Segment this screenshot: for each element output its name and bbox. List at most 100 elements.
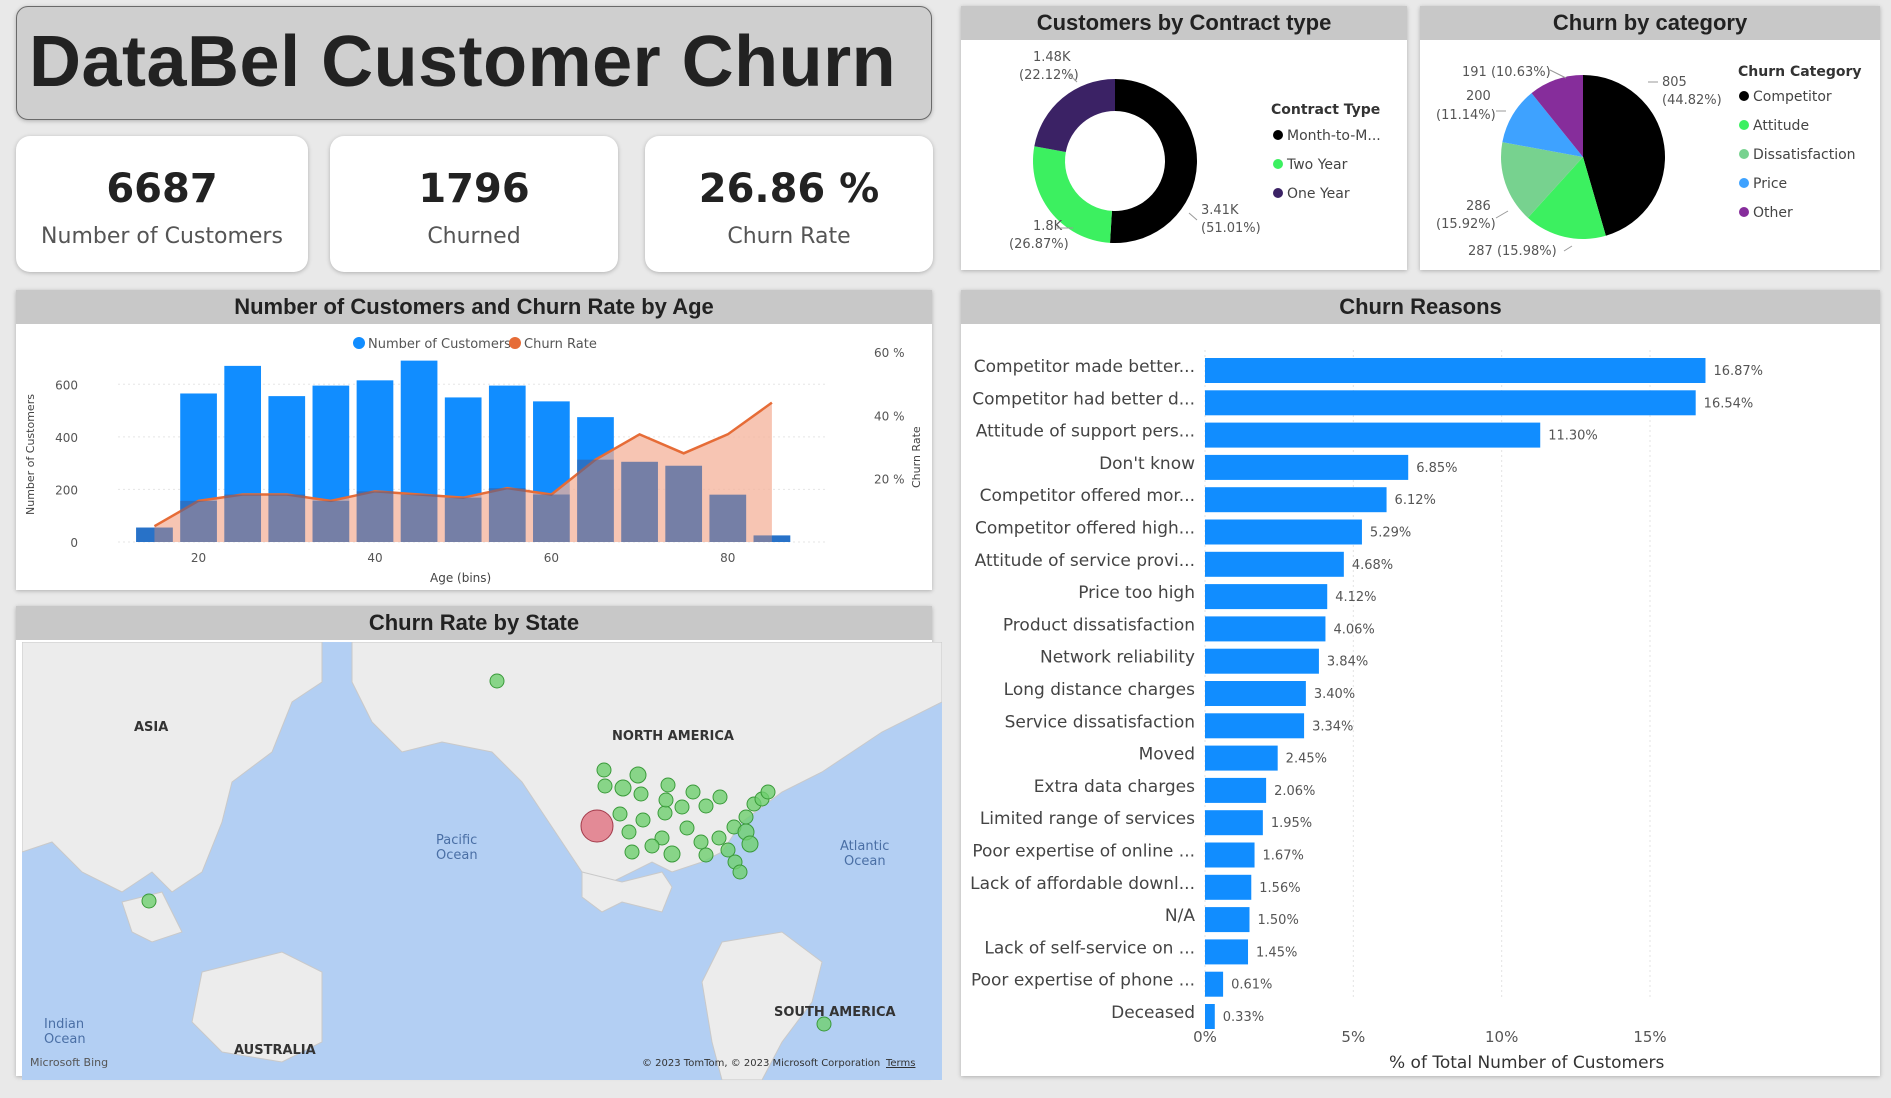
reason-label: Extra data charges: [1034, 777, 1195, 797]
reason-value-label: 3.40%: [1314, 687, 1355, 702]
age-right-tick: 60 %: [874, 346, 905, 360]
reason-label: Long distance charges: [1004, 680, 1195, 700]
reason-bar: [1205, 907, 1250, 933]
reason-value-label: 4.06%: [1333, 622, 1374, 637]
reason-value-label: 6.85%: [1416, 461, 1457, 476]
legend-dot-month: [1273, 130, 1283, 140]
pie-slices: [1501, 75, 1665, 239]
age-left-tick: 0: [70, 536, 78, 550]
reasons-x-tick: 5%: [1341, 1028, 1365, 1046]
reason-label: Don't know: [1099, 454, 1195, 474]
age-panel[interactable]: Number of Customers and Churn Rate by Ag…: [16, 290, 932, 590]
map-copyright: © 2023 TomTom, © 2023 Microsoft Corporat…: [642, 1058, 880, 1069]
reason-value-label: 11.30%: [1548, 429, 1598, 444]
legend-competitor: Competitor: [1753, 89, 1832, 105]
map-panel[interactable]: Churn Rate by State ASIA NORTH AMERICA A…: [16, 606, 942, 1080]
label-price-value: 200: [1466, 89, 1491, 104]
reasons-panel[interactable]: Churn Reasons Competitor made better... 1…: [961, 290, 1880, 1076]
reason-label: Moved: [1139, 745, 1195, 765]
label-asia: ASIA: [134, 720, 168, 735]
label-month-value: 3.41K: [1201, 203, 1239, 218]
reason-label: Competitor made better...: [974, 357, 1195, 377]
age-bar-overlap: [136, 527, 173, 542]
reason-bar: [1205, 939, 1249, 965]
reason-bar: [1205, 584, 1328, 610]
reason-bar: [1205, 519, 1362, 545]
reasons-xticks: 0% 5% 10% 15%: [1193, 1028, 1667, 1046]
label-one-year-percent: (22.12%): [1019, 68, 1079, 83]
reason-value-label: 1.95%: [1271, 816, 1312, 831]
label-south-america: SOUTH AMERICA: [774, 1005, 896, 1020]
legend-price: Price: [1753, 176, 1787, 192]
map-area[interactable]: ASIA NORTH AMERICA AUSTRALIA SOUTH AMERI…: [22, 642, 942, 1080]
label-indian-1: Indian: [44, 1017, 84, 1032]
category-pie-chart: 191 (10.63%) 805 (44.82%) 200 (11.14%) 2…: [1436, 64, 1862, 259]
reasons-bar-chart: Competitor made better... 16.87% Competito…: [970, 350, 1763, 1073]
reason-label: Limited range of services: [980, 809, 1195, 829]
age-xlabel: Age (bins): [430, 571, 491, 585]
legend-other: Other: [1753, 205, 1793, 221]
label-one-year-value: 1.48K: [1033, 50, 1071, 65]
map-panel-title: Churn Rate by State: [16, 606, 932, 640]
reason-value-label: 1.67%: [1263, 849, 1304, 864]
reason-label: Deceased: [1111, 1003, 1195, 1023]
legend-attitude: Attitude: [1753, 118, 1809, 134]
legend-number-of-customers: Number of Customers: [368, 337, 511, 352]
reason-bar: [1205, 390, 1696, 416]
label-attitude: 287 (15.98%): [1468, 244, 1557, 259]
age-bar-overlap: [224, 494, 262, 542]
reason-bar: [1205, 810, 1263, 836]
age-bar-overlap: [356, 491, 394, 542]
donut-slice-one-year: [1034, 79, 1115, 153]
label-atlantic-1: Atlantic: [840, 839, 889, 854]
kpi-label-churned: Churned: [427, 224, 521, 249]
reason-value-label: 5.29%: [1370, 526, 1411, 541]
age-ylabel-left: Number of Customers: [24, 394, 37, 515]
age-bar-overlap: [621, 461, 658, 542]
age-left-tick: 600: [55, 378, 78, 392]
reason-bar: [1205, 487, 1387, 513]
age-bar-overlap: [577, 459, 614, 542]
kpi-card-churned[interactable]: 1796 Churned: [330, 136, 618, 272]
reason-bar: [1205, 551, 1344, 577]
reason-value-label: 16.54%: [1704, 396, 1754, 411]
reason-label: Attitude of service provi...: [975, 551, 1195, 571]
label-month-percent: (51.01%): [1201, 221, 1261, 236]
label-north-america: NORTH AMERICA: [612, 729, 734, 744]
age-bar-overlap: [753, 535, 791, 542]
reason-bar: [1205, 454, 1409, 480]
kpi-value-customers: 6687: [106, 166, 218, 212]
kpi-card-customers[interactable]: 6687 Number of Customers: [16, 136, 308, 272]
reason-value-label: 1.50%: [1258, 913, 1299, 928]
reasons-xlabel: % of Total Number of Customers: [1389, 1053, 1665, 1073]
reason-label: Lack of affordable downl...: [970, 874, 1195, 894]
contract-legend-title: Contract Type: [1271, 102, 1380, 118]
reason-value-label: 4.68%: [1352, 558, 1393, 573]
reason-bar: [1205, 648, 1319, 674]
reason-label: Competitor offered mor...: [980, 486, 1195, 506]
reason-label: Competitor had better d...: [972, 389, 1195, 409]
map-terms-link[interactable]: Terms: [885, 1058, 915, 1069]
age-bar-overlap: [400, 494, 438, 542]
contract-panel[interactable]: Customers by Contract type 1.48K (22.12%…: [961, 6, 1407, 270]
reason-value-label: 2.06%: [1274, 784, 1315, 799]
reason-bar: [1205, 745, 1278, 771]
reasons-x-tick: 0%: [1193, 1028, 1217, 1046]
kpi-card-churn-rate[interactable]: 26.86 % Churn Rate: [645, 136, 933, 272]
title-card: DataBel Customer Churn: [16, 6, 932, 120]
reason-bar: [1205, 422, 1541, 448]
bing-logo: Microsoft Bing: [30, 1056, 108, 1069]
reason-bar: [1205, 713, 1305, 739]
label-australia: AUSTRALIA: [234, 1043, 316, 1058]
reason-value-label: 0.61%: [1231, 978, 1272, 993]
label-price-percent: (11.14%): [1436, 108, 1496, 123]
reason-label: N/A: [1165, 906, 1195, 926]
category-panel[interactable]: Churn by category 191 (10.63%) 805 (44.8…: [1420, 6, 1880, 270]
age-bar-overlap: [533, 494, 570, 542]
reason-bar: [1205, 1004, 1215, 1029]
legend-two-year: Two Year: [1286, 157, 1348, 173]
legend-dissatisfaction: Dissatisfaction: [1753, 147, 1856, 163]
kpi-value-churned: 1796: [418, 166, 530, 212]
reasons-x-tick: 15%: [1633, 1028, 1666, 1046]
age-x-tick: 20: [191, 551, 206, 565]
